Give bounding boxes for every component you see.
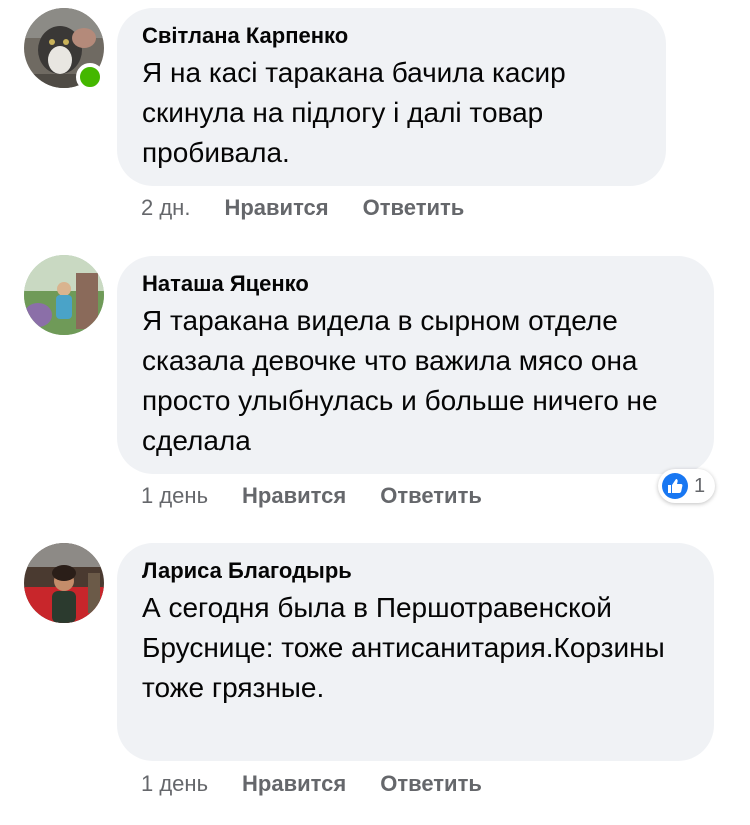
reaction-count-badge[interactable]: 1 xyxy=(658,469,716,503)
comment-text: А сегодня была в Першотравенской Брусниц… xyxy=(142,592,665,703)
comment-text: Я на касі таракана бачила касир скинула … xyxy=(142,57,566,168)
avatar-image xyxy=(24,255,104,335)
comment-timestamp[interactable]: 2 дн. xyxy=(141,195,190,220)
comment-bubble: Наташа Яценко Я таракана видела в сырном… xyxy=(117,256,714,474)
online-status-dot xyxy=(76,63,104,91)
comment-bubble: Лариса Благодырь А сегодня была в Першот… xyxy=(117,543,714,761)
avatar[interactable] xyxy=(24,543,104,623)
like-button[interactable]: Нравится xyxy=(242,771,346,796)
comment-text: Я таракана видела в сырном отделе сказал… xyxy=(142,305,658,456)
like-button[interactable]: Нравится xyxy=(224,195,328,220)
reply-button[interactable]: Ответить xyxy=(380,483,482,508)
reaction-count: 1 xyxy=(694,474,706,497)
comment-timestamp[interactable]: 1 день xyxy=(141,483,208,508)
avatar-image xyxy=(24,543,104,623)
comment-author[interactable]: Світлана Карпенко xyxy=(142,22,640,50)
thumbs-up-icon xyxy=(662,473,688,499)
reply-button[interactable]: Ответить xyxy=(363,195,465,220)
reply-button[interactable]: Ответить xyxy=(380,771,482,796)
comment-actions: 2 дн. Нравится Ответить xyxy=(141,194,464,222)
comment-author[interactable]: Лариса Благодырь xyxy=(142,557,688,585)
like-button[interactable]: Нравится xyxy=(242,483,346,508)
comment-bubble: Світлана Карпенко Я на касі таракана бач… xyxy=(117,8,666,186)
comment-author[interactable]: Наташа Яценко xyxy=(142,270,688,298)
avatar[interactable] xyxy=(24,255,104,335)
comment-timestamp[interactable]: 1 день xyxy=(141,771,208,796)
comment-actions: 1 день Нравится Ответить xyxy=(141,770,482,798)
comment-actions: 1 день Нравится Ответить xyxy=(141,482,482,510)
